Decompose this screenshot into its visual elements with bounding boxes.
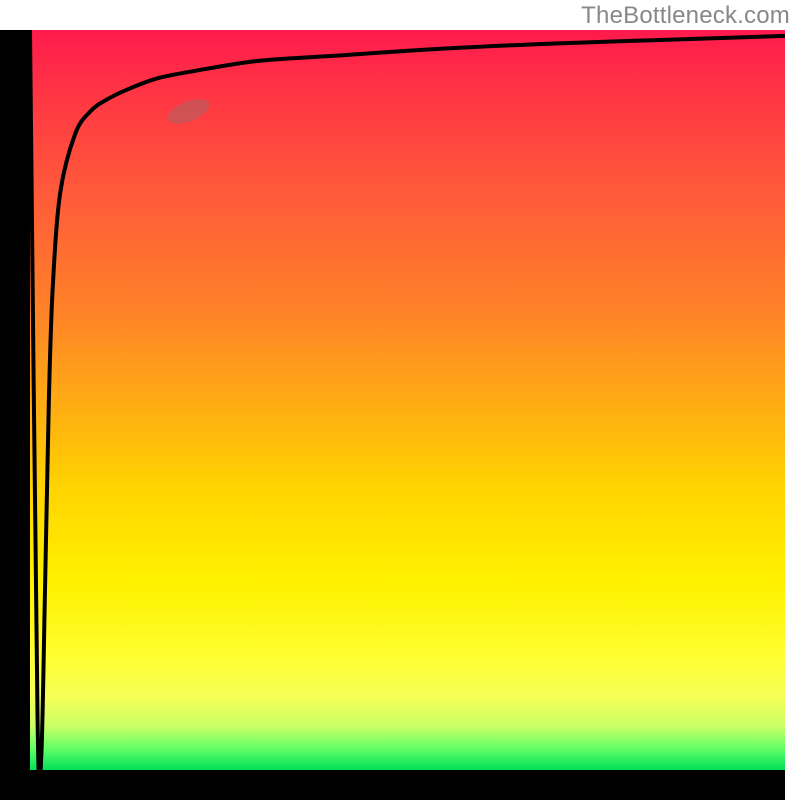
x-axis xyxy=(0,770,785,800)
attribution-label: TheBottleneck.com xyxy=(581,2,790,30)
chart-stage: TheBottleneck.com xyxy=(0,0,800,800)
y-axis xyxy=(0,30,30,770)
plot-area xyxy=(30,30,785,770)
